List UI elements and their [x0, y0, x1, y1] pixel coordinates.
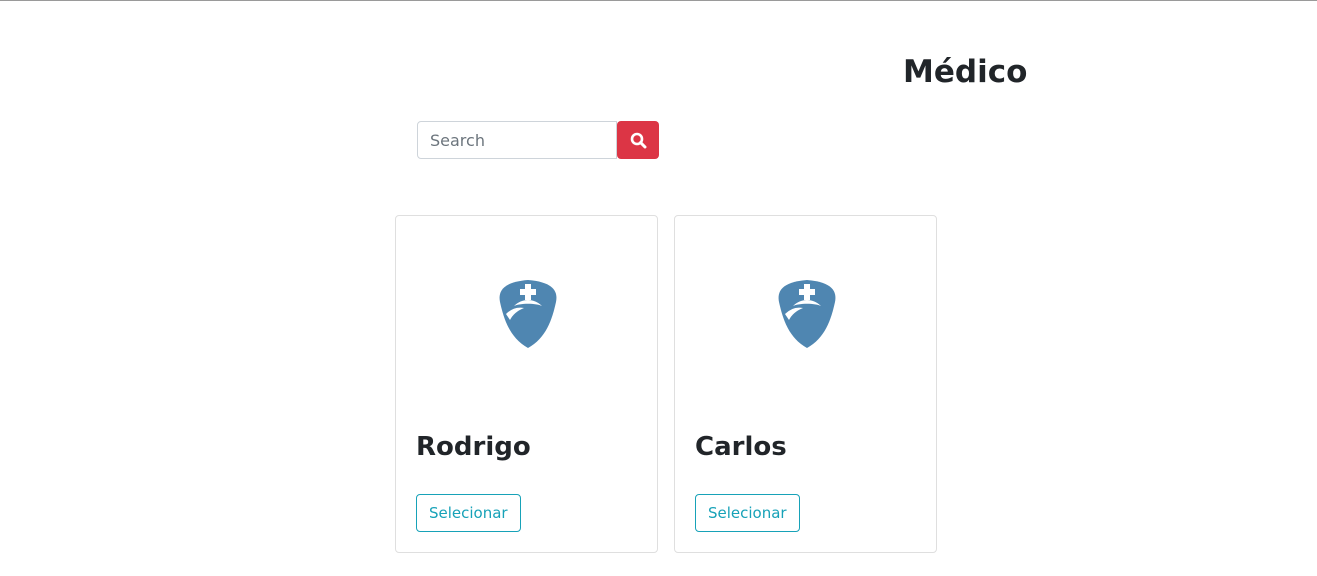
doctor-card: Rodrigo Selecionar — [395, 215, 658, 553]
search-icon — [630, 132, 646, 148]
page-title: Médico — [903, 54, 1028, 90]
doctor-name: Rodrigo — [416, 432, 531, 462]
select-button[interactable]: Selecionar — [416, 494, 521, 532]
top-divider — [0, 0, 1317, 1]
select-button[interactable]: Selecionar — [695, 494, 800, 532]
search-input[interactable] — [417, 121, 617, 159]
search-form — [417, 121, 659, 159]
doctor-nurse-icon — [499, 280, 557, 348]
search-button[interactable] — [617, 121, 659, 159]
doctor-nurse-icon — [778, 280, 836, 348]
doctor-card: Carlos Selecionar — [674, 215, 937, 553]
doctor-name: Carlos — [695, 432, 787, 462]
